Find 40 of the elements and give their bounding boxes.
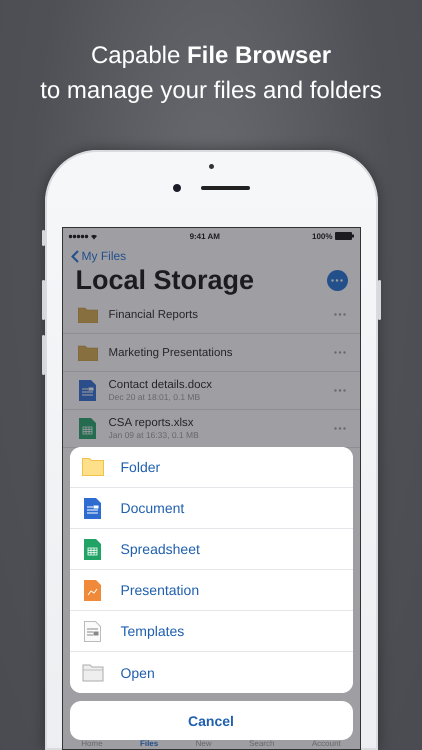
file-name: Marketing Presentations [108, 346, 234, 358]
spreadsheet-icon [79, 418, 96, 439]
more-icon[interactable] [334, 313, 346, 316]
document-icon [84, 498, 101, 518]
template-icon [84, 620, 101, 642]
sensor-icon [209, 164, 214, 169]
folder-icon [78, 306, 98, 323]
file-name: Financial Reports [108, 308, 199, 320]
file-row[interactable]: Contact details.docx Dec 20 at 18:01, 0.1 MB [62, 372, 360, 410]
back-link[interactable]: My Files [70, 249, 126, 263]
status-time: 9:41 AM [190, 232, 220, 240]
spreadsheet-icon [84, 538, 101, 560]
subheadline: to manage your files and folders [40, 76, 382, 106]
document-icon [79, 380, 96, 401]
more-icon[interactable] [334, 389, 346, 392]
tab-bar-item[interactable]: Files [140, 740, 158, 748]
more-icon[interactable] [334, 427, 346, 430]
headline: Capable File Browser [90, 41, 332, 71]
back-chevron-icon [70, 250, 78, 262]
more-icon[interactable] [334, 351, 346, 354]
cancel-button[interactable]: Cancel [70, 701, 352, 740]
file-detail: Dec 20 at 18:01, 0.1 MB [108, 392, 202, 402]
battery-percent: 100% [312, 232, 332, 240]
more-icon[interactable] [331, 279, 343, 282]
speaker-icon [200, 186, 250, 190]
folder-icon [82, 458, 104, 476]
file-row[interactable]: Financial Reports [62, 296, 360, 334]
presentation-icon [84, 580, 101, 600]
file-detail: Jan 09 at 16:33, 0.1 MB [108, 430, 200, 440]
page-title: Local Storage [76, 265, 254, 296]
folder-icon [78, 344, 98, 361]
more-button[interactable] [326, 270, 348, 291]
signal-wifi-icon [68, 232, 98, 240]
file-name: CSA reports.xlsx [108, 417, 194, 429]
battery-icon [335, 232, 354, 240]
camera-icon [172, 184, 180, 192]
file-row[interactable]: Marketing Presentations [62, 334, 360, 372]
open-folder-icon [82, 664, 104, 682]
action-item[interactable]: Folder [70, 447, 352, 488]
file-name: Contact details.docx [108, 379, 214, 391]
